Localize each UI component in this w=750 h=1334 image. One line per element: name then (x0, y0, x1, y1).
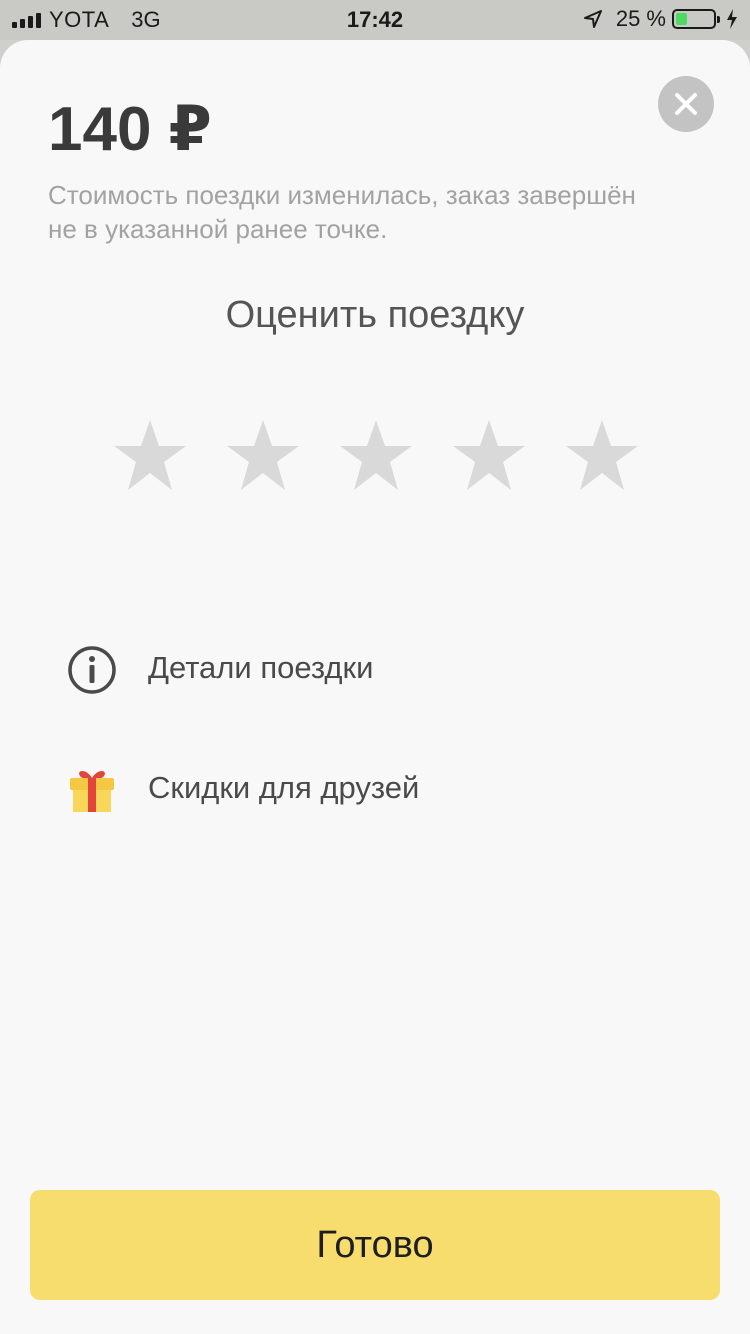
battery-icon (672, 9, 720, 29)
rate-ride-title: Оценить поездку (225, 294, 525, 336)
star-5-icon[interactable] (564, 418, 640, 494)
ride-details-label: Детали поездки (148, 650, 374, 685)
battery-percent: 25 % (615, 6, 666, 31)
close-icon (675, 93, 697, 115)
close-button[interactable] (658, 76, 714, 132)
done-button[interactable]: Готово (30, 1190, 720, 1300)
ride-price: 140 ₽ (48, 95, 212, 164)
status-right: 25 % (583, 6, 738, 32)
friends-discount-label: Скидки для друзей (148, 770, 420, 805)
ride-summary-sheet: 140 ₽ Стоимость поездки изменилась, зака… (0, 40, 750, 1334)
friends-discount-item[interactable]: Скидки для друзей (0, 750, 750, 830)
star-1-icon[interactable] (112, 418, 188, 494)
status-bar: YOTA 3G 17:42 25 % (0, 0, 750, 40)
price-change-note: Стоимость поездки изменилась, заказ заве… (48, 180, 636, 244)
star-3-icon[interactable] (338, 418, 414, 494)
star-2-icon[interactable] (225, 418, 301, 494)
star-4-icon[interactable] (451, 418, 527, 494)
ride-details-item[interactable]: Детали поездки (0, 630, 750, 710)
done-button-label: Готово (316, 1223, 434, 1266)
charging-bolt-icon (727, 9, 737, 29)
info-icon (68, 646, 116, 694)
location-arrow-icon (583, 10, 602, 28)
gift-icon (70, 771, 114, 812)
star-rating (112, 418, 638, 494)
